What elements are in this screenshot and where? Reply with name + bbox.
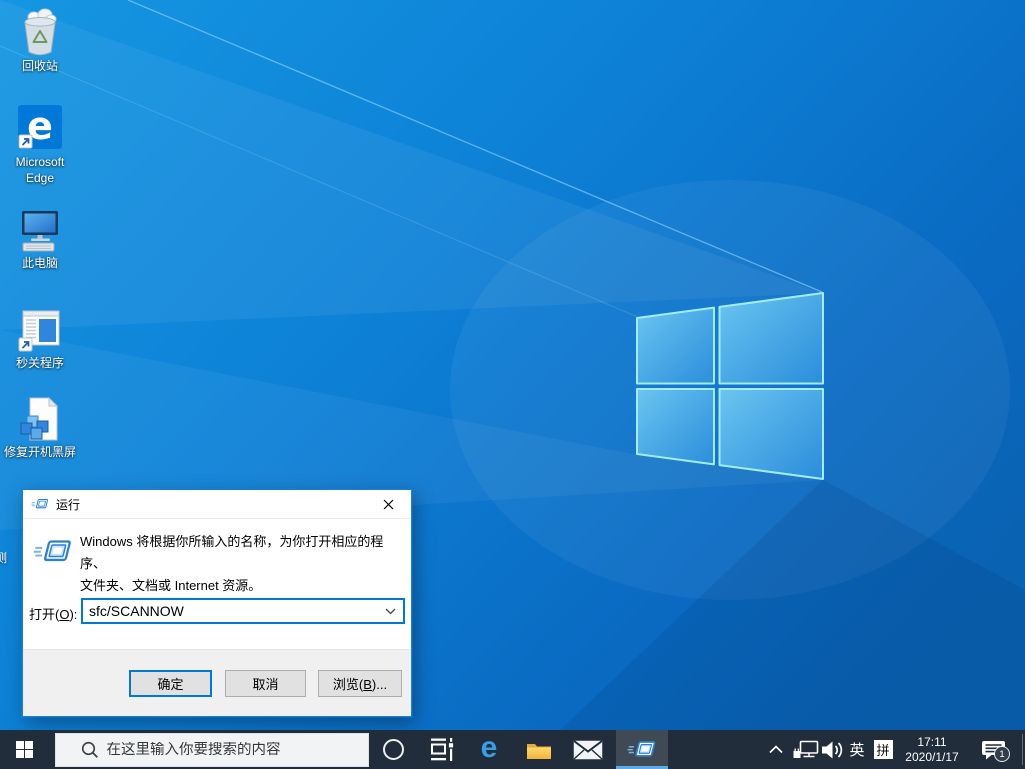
run-command-input[interactable] bbox=[83, 600, 403, 622]
windows-start-icon bbox=[15, 741, 33, 758]
desktop-icon-label: Edge bbox=[25, 171, 55, 185]
cortana-icon bbox=[382, 739, 404, 760]
app-window-icon bbox=[18, 310, 60, 352]
edge-icon: e bbox=[18, 104, 62, 149]
taskbar-search-box[interactable] bbox=[55, 733, 369, 767]
close-button[interactable] bbox=[366, 490, 411, 518]
recycle-bin-icon bbox=[24, 8, 57, 56]
desktop-icon-label: Microsoft bbox=[15, 155, 65, 169]
edge-taskbar-button[interactable]: e bbox=[467, 730, 511, 769]
ethernet-icon bbox=[793, 740, 819, 758]
run-icon bbox=[627, 741, 656, 757]
speaker-icon bbox=[821, 741, 842, 758]
run-icon-large bbox=[33, 540, 72, 562]
file-explorer-button[interactable] bbox=[517, 730, 561, 769]
registry-file-icon bbox=[20, 396, 59, 441]
tray-date: 2020/1/17 bbox=[905, 749, 959, 764]
run-dialog-taskbar-button[interactable] bbox=[616, 730, 668, 769]
run-command-combobox bbox=[81, 598, 405, 624]
action-center-button[interactable]: 1 bbox=[970, 730, 1016, 769]
cancel-button[interactable]: 取消 bbox=[225, 670, 306, 697]
search-input[interactable] bbox=[106, 742, 357, 758]
clock[interactable]: 17:11 2020/1/17 bbox=[896, 730, 968, 769]
browse-button[interactable]: 浏览(B)... bbox=[318, 670, 402, 697]
run-dialog: 运行 Windows 将根据你所输入的名称，为你打开相应的程序、 文件夹、文档或… bbox=[22, 489, 412, 717]
edge-icon: e bbox=[480, 730, 498, 764]
desktop-icon-repair-black-screen[interactable]: 修复开机黑屏 bbox=[2, 396, 78, 460]
start-button[interactable] bbox=[0, 730, 48, 769]
network-tray-icon[interactable] bbox=[791, 730, 821, 769]
desktop-icon-label: 此电脑 bbox=[21, 256, 58, 270]
desktop-icon-miao-guan-app[interactable]: 秒关程序 bbox=[2, 307, 78, 371]
ok-button[interactable]: 确定 bbox=[129, 670, 212, 697]
search-icon bbox=[81, 741, 98, 758]
volume-tray-icon[interactable] bbox=[819, 730, 847, 769]
tray-show-hidden-icons-button[interactable] bbox=[763, 730, 789, 769]
run-icon bbox=[31, 498, 49, 509]
desktop-icon-microsoft-edge[interactable]: e Microsoft Edge bbox=[2, 104, 78, 186]
run-dialog-titlebar[interactable]: 运行 bbox=[23, 490, 411, 519]
tray-time: 17:11 bbox=[917, 734, 947, 749]
ime-mode-indicator[interactable]: 拼 bbox=[870, 730, 896, 769]
notification-badge: 1 bbox=[994, 746, 1010, 762]
cortana-button[interactable] bbox=[371, 730, 415, 769]
desktop-icon-label: 秒关程序 bbox=[15, 356, 64, 370]
close-icon bbox=[383, 499, 394, 509]
chevron-up-icon bbox=[769, 745, 783, 754]
mail-button[interactable] bbox=[566, 730, 610, 769]
desktop-icon-label: 回收站 bbox=[21, 59, 58, 73]
dialog-description: Windows 将根据你所输入的名称，为你打开相应的程序、 文件夹、文档或 In… bbox=[80, 534, 384, 593]
task-view-icon bbox=[430, 738, 454, 761]
task-view-button[interactable] bbox=[419, 730, 463, 769]
show-desktop-button[interactable] bbox=[1022, 734, 1023, 765]
mail-icon bbox=[573, 739, 603, 760]
open-label: 打开(O): bbox=[29, 607, 78, 622]
language-indicator[interactable]: 英 bbox=[844, 730, 870, 769]
ime-pinyin-icon: 拼 bbox=[873, 740, 893, 759]
desktop-icon-recycle-bin[interactable]: 回收站 bbox=[2, 6, 78, 74]
desktop-icon-this-pc[interactable]: 此电脑 bbox=[2, 205, 78, 271]
desktop-icon-label: 修复开机黑屏 bbox=[3, 445, 76, 459]
this-pc-icon bbox=[22, 211, 58, 252]
dialog-title: 运行 bbox=[56, 497, 81, 512]
desktop-icon-partially-hidden[interactable]: 测 bbox=[0, 549, 7, 566]
folder-icon bbox=[527, 743, 551, 759]
chevron-down-icon[interactable] bbox=[385, 608, 396, 615]
taskbar: e bbox=[0, 730, 1025, 769]
